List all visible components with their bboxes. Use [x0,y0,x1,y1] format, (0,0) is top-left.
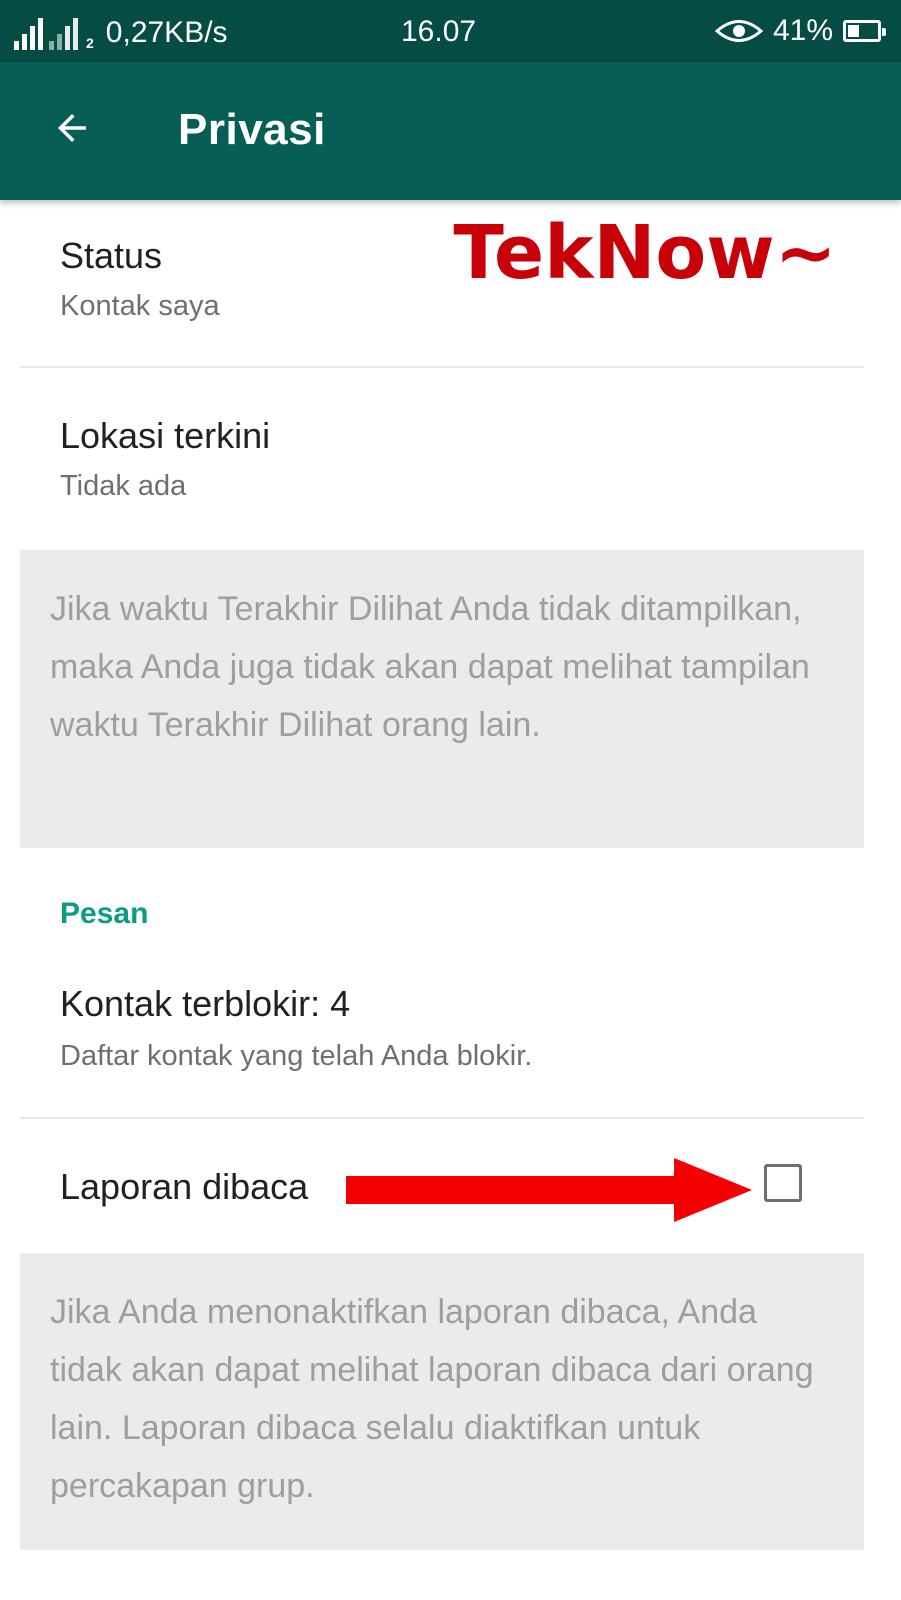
section-header-messages: Pesan [60,897,149,930]
setting-live-location-value: Tidak ada [60,470,187,502]
setting-live-location-title: Lokasi terkini [60,415,271,456]
eye-icon [714,20,763,42]
setting-blocked-contacts-description: Daftar kontak yang telah Anda blokir. [60,1040,533,1072]
status-time: 16.07 [401,15,477,48]
network-speed: 0,27KB/s [105,16,228,49]
arrow-back-icon [58,114,86,142]
setting-status-value: Kontak saya [60,290,220,322]
battery-icon [843,20,886,42]
read-receipts-checkbox[interactable] [764,1164,802,1202]
signal-sim2-icon [49,16,78,50]
battery-percent: 41% [772,14,833,47]
setting-blocked-contacts[interactable]: Kontak terblokir: 4 Daftar kontak yang t… [0,960,901,1116]
teknow-watermark-logo: TekNow~ [445,202,844,304]
setting-status-title: Status [60,235,163,276]
status-bar-right: 41% [714,10,886,52]
red-arrow-annotation-icon [346,1158,752,1222]
info-read-receipts: Jika Anda menonaktifkan laporan dibaca, … [20,1253,864,1550]
status-bar-left: 2 0,27KB/s [14,10,228,50]
setting-blocked-contacts-title: Kontak terblokir: 4 [60,983,351,1024]
setting-live-location[interactable]: Lokasi terkini Tidak ada [0,368,901,548]
sim2-label: 2 [86,35,94,51]
page-title: Privasi [178,105,326,154]
info-last-seen: Jika waktu Terakhir Dilihat Anda tidak d… [20,550,864,848]
signal-sim1-icon [14,16,43,50]
watermark-text: TekNow~ [453,210,836,296]
privacy-settings-list: Status Kontak saya Lokasi terkini Tidak … [0,200,901,1600]
back-button[interactable] [44,100,100,156]
status-bar: 2 0,27KB/s 16.07 41% [0,0,901,62]
app-bar: Privasi [0,62,901,200]
battery-level-fill [848,25,859,37]
setting-read-receipts-title: Laporan dibaca [60,1166,309,1207]
